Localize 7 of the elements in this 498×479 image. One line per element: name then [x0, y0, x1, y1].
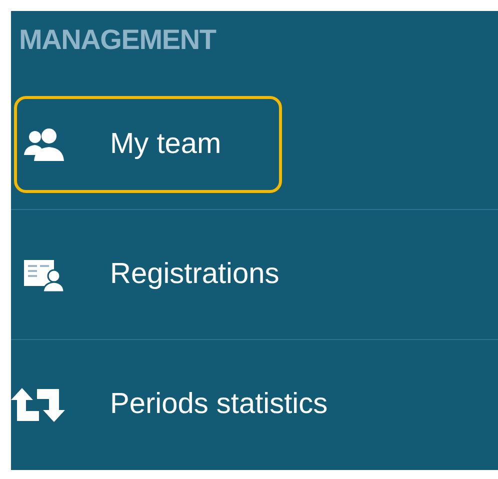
registration-card-icon [22, 258, 64, 292]
users-icon [22, 128, 64, 162]
menu-item[interactable]: Registrations [14, 226, 294, 323]
menu-item[interactable]: My team [14, 96, 282, 193]
section-heading: MANAGEMENT [19, 24, 216, 55]
swap-arrows-icon [11, 387, 65, 423]
menu-item[interactable]: Periods statistics [14, 356, 343, 454]
